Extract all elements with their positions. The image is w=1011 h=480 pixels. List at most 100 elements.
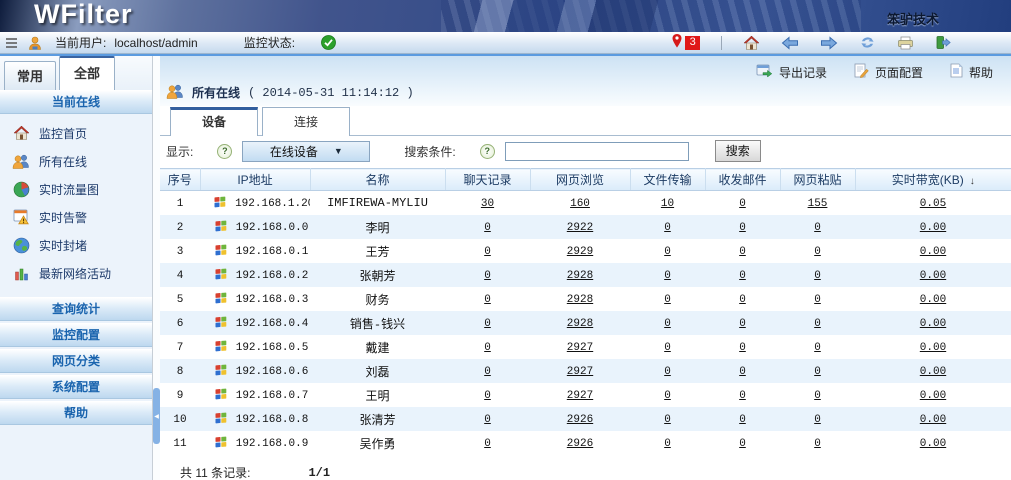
- file-transfer-link[interactable]: 0: [664, 390, 671, 402]
- sidebar-item-realtime-alerts[interactable]: 实时告警: [0, 203, 152, 231]
- forward-button[interactable]: [820, 36, 838, 50]
- bandwidth-link[interactable]: 0.00: [920, 318, 946, 330]
- web-post-link[interactable]: 0: [814, 318, 821, 330]
- email-link[interactable]: 0: [739, 270, 746, 282]
- help-circle-icon[interactable]: ?: [480, 144, 495, 159]
- bandwidth-link[interactable]: 0.00: [920, 270, 946, 282]
- col-web[interactable]: 网页浏览: [530, 169, 630, 191]
- chat-records-link[interactable]: 0: [484, 366, 491, 378]
- web-browsing-link[interactable]: 2928: [567, 270, 593, 282]
- sidebar-section-web-category[interactable]: 网页分类: [0, 349, 152, 373]
- web-browsing-link[interactable]: 2926: [567, 414, 593, 426]
- file-transfer-link[interactable]: 0: [664, 294, 671, 306]
- sidebar-item-realtime-block[interactable]: 实时封堵: [0, 231, 152, 259]
- chat-records-link[interactable]: 0: [484, 342, 491, 354]
- file-transfer-link[interactable]: 0: [664, 222, 671, 234]
- web-browsing-link[interactable]: 2927: [567, 390, 593, 402]
- sidebar-section-query-stats[interactable]: 查询统计: [0, 297, 152, 321]
- logout-button[interactable]: [935, 35, 951, 50]
- file-transfer-link[interactable]: 0: [664, 246, 671, 258]
- back-button[interactable]: [781, 36, 799, 50]
- help-circle-icon[interactable]: ?: [217, 144, 232, 159]
- col-name[interactable]: 名称: [310, 169, 445, 191]
- sidebar-section-current-online[interactable]: 当前在线: [0, 90, 152, 114]
- sidebar-item-all-online[interactable]: 所有在线: [0, 147, 152, 175]
- bandwidth-link[interactable]: 0.00: [920, 342, 946, 354]
- web-post-link[interactable]: 0: [814, 222, 821, 234]
- help-button[interactable]: 帮助: [950, 63, 993, 81]
- email-link[interactable]: 0: [739, 318, 746, 330]
- tab-connections[interactable]: 连接: [262, 107, 350, 136]
- sidebar-section-monitor-config[interactable]: 监控配置: [0, 323, 152, 347]
- file-transfer-link[interactable]: 10: [661, 198, 674, 210]
- web-post-link[interactable]: 0: [814, 246, 821, 258]
- col-ip[interactable]: IP地址: [200, 169, 310, 191]
- menu-icon[interactable]: [5, 37, 18, 49]
- sidebar-item-monitor-home[interactable]: 监控首页: [0, 119, 152, 147]
- file-transfer-link[interactable]: 0: [664, 438, 671, 450]
- page-config-button[interactable]: 页面配置: [854, 63, 923, 81]
- export-records-button[interactable]: 导出记录: [756, 64, 827, 81]
- web-browsing-link[interactable]: 2927: [567, 342, 593, 354]
- web-post-link[interactable]: 0: [814, 270, 821, 282]
- chat-records-link[interactable]: 0: [484, 246, 491, 258]
- col-chat[interactable]: 聊天记录: [445, 169, 530, 191]
- bandwidth-link[interactable]: 0.00: [920, 222, 946, 234]
- col-index[interactable]: 序号: [160, 169, 200, 191]
- sidebar-section-system-config[interactable]: 系统配置: [0, 375, 152, 399]
- email-link[interactable]: 0: [739, 294, 746, 306]
- file-transfer-link[interactable]: 0: [664, 342, 671, 354]
- file-transfer-link[interactable]: 0: [664, 318, 671, 330]
- bandwidth-link[interactable]: 0.05: [920, 198, 946, 210]
- refresh-button[interactable]: [859, 35, 876, 50]
- sidebar-item-latest-activity[interactable]: 最新网络活动: [0, 259, 152, 287]
- bandwidth-link[interactable]: 0.00: [920, 246, 946, 258]
- col-bandwidth[interactable]: 实时带宽(KB)↓: [855, 169, 1011, 191]
- sidebar-tab-common[interactable]: 常用: [4, 61, 56, 90]
- chat-records-link[interactable]: 30: [481, 198, 494, 210]
- sidebar-section-help[interactable]: 帮助: [0, 401, 152, 425]
- web-post-link[interactable]: 0: [814, 342, 821, 354]
- web-post-link[interactable]: 0: [814, 366, 821, 378]
- bandwidth-link[interactable]: 0.00: [920, 390, 946, 402]
- email-link[interactable]: 0: [739, 342, 746, 354]
- web-post-link[interactable]: 0: [814, 390, 821, 402]
- chat-records-link[interactable]: 0: [484, 438, 491, 450]
- print-button[interactable]: [897, 36, 914, 50]
- web-browsing-link[interactable]: 2928: [567, 318, 593, 330]
- email-link[interactable]: 0: [739, 414, 746, 426]
- bandwidth-link[interactable]: 0.00: [920, 414, 946, 426]
- search-button[interactable]: 搜索: [715, 140, 761, 162]
- web-post-link[interactable]: 0: [814, 438, 821, 450]
- web-browsing-link[interactable]: 2926: [567, 438, 593, 450]
- web-browsing-link[interactable]: 2928: [567, 294, 593, 306]
- chat-records-link[interactable]: 0: [484, 294, 491, 306]
- chat-records-link[interactable]: 0: [484, 270, 491, 282]
- chat-records-link[interactable]: 0: [484, 390, 491, 402]
- col-file[interactable]: 文件传输: [630, 169, 705, 191]
- email-link[interactable]: 0: [739, 366, 746, 378]
- bandwidth-link[interactable]: 0.00: [920, 438, 946, 450]
- tab-devices[interactable]: 设备: [170, 107, 258, 136]
- web-browsing-link[interactable]: 2929: [567, 246, 593, 258]
- display-mode-select[interactable]: 在线设备 ▼: [242, 141, 370, 162]
- sidebar-tab-all[interactable]: 全部: [59, 56, 115, 90]
- chat-records-link[interactable]: 0: [484, 318, 491, 330]
- email-link[interactable]: 0: [739, 222, 746, 234]
- web-post-link[interactable]: 155: [808, 198, 828, 210]
- chat-records-link[interactable]: 0: [484, 414, 491, 426]
- sidebar-item-realtime-traffic[interactable]: 实时流量图: [0, 175, 152, 203]
- web-browsing-link[interactable]: 2927: [567, 366, 593, 378]
- email-link[interactable]: 0: [739, 390, 746, 402]
- file-transfer-link[interactable]: 0: [664, 366, 671, 378]
- web-post-link[interactable]: 0: [814, 294, 821, 306]
- col-mail[interactable]: 收发邮件: [705, 169, 780, 191]
- chat-records-link[interactable]: 0: [484, 222, 491, 234]
- home-button[interactable]: [743, 35, 760, 51]
- file-transfer-link[interactable]: 0: [664, 270, 671, 282]
- bandwidth-link[interactable]: 0.00: [920, 294, 946, 306]
- search-input[interactable]: [505, 142, 689, 161]
- alerts-button[interactable]: 3: [671, 33, 700, 52]
- sidebar-collapse-handle[interactable]: ◀: [153, 388, 160, 444]
- email-link[interactable]: 0: [739, 198, 746, 210]
